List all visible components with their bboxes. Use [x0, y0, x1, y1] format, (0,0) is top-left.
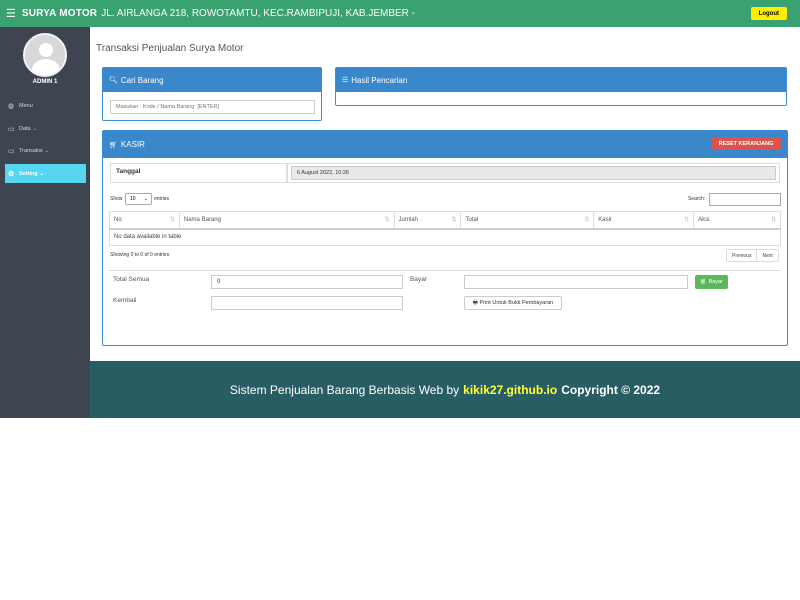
chevron-down-icon: ⌄	[44, 147, 49, 154]
total-label: Total Semua	[113, 276, 150, 283]
avatar	[23, 33, 67, 77]
results-panel-title: Hasil Pencarian	[351, 75, 408, 85]
store-address: JL. AIRLANGA 218, ROWOTAMTU, KEC.RAMBIPU…	[101, 8, 416, 19]
footer-link[interactable]: kikik27.github.io	[463, 383, 557, 397]
sidebar-item-label: Data	[19, 125, 31, 132]
total-field[interactable]: 0	[211, 275, 403, 289]
empty-table-message: No data available in table	[109, 228, 781, 246]
results-panel-header: ☰ Hasil Pencarian	[336, 68, 786, 92]
entries-value: 10	[130, 196, 136, 202]
column-header-jumlah[interactable]: Jumlah ⇅	[393, 211, 462, 230]
user-name: ADMIN 1	[32, 79, 58, 85]
entries-select[interactable]: 10 ⌄	[125, 193, 152, 205]
cart-icon: 🛒︎	[700, 279, 709, 285]
page-title: Transaksi Penjualan Surya Motor	[96, 43, 244, 54]
sidebar-item-data[interactable]: ▭ Data ⌄	[5, 119, 86, 138]
brand-name[interactable]: SURYA MOTOR	[22, 8, 97, 19]
table-search-input[interactable]	[709, 193, 781, 206]
cart-table: No ⇅ Nama Barang ⇅ Jumlah ⇅ Total ⇅ Kasir ⇅ A…	[109, 211, 781, 246]
divider	[109, 270, 781, 271]
sidebar-item-transaksi[interactable]: ▭ Transaksi ⌄	[5, 141, 86, 160]
entries-label: entries	[154, 196, 170, 202]
sort-icon: ⇅	[451, 217, 457, 223]
search-panel-header: 🔍︎ Cari Barang	[103, 68, 321, 92]
change-field[interactable]	[211, 296, 403, 310]
sidebar-item-menu[interactable]: ◍ Menu	[5, 96, 86, 115]
show-label: Show	[110, 196, 123, 202]
cart-icon: 🛒︎	[109, 141, 118, 149]
sidebar-item-label: Menu	[19, 102, 33, 109]
sidebar-item-label: Transaksi	[19, 147, 43, 154]
sort-icon: ⇅	[770, 217, 776, 223]
table-row: No data available in table	[109, 228, 781, 246]
reset-cart-button[interactable]: RESET KERANJANG	[711, 137, 781, 150]
next-button[interactable]: Next	[756, 250, 777, 261]
footer-text: Sistem Penjualan Barang Berbasis Web by	[229, 382, 460, 397]
chevron-down-icon: ⌄	[143, 196, 148, 202]
search-icon: 🔍︎	[109, 77, 118, 84]
list-icon: ☰	[342, 77, 349, 84]
dashboard-icon: ◍	[8, 102, 15, 110]
column-header-aksi[interactable]: Aksi ⇅	[693, 211, 781, 230]
hamburger-menu-icon[interactable]: ☰	[6, 7, 16, 20]
copyright-text: Copyright © 2022	[561, 382, 661, 397]
payment-field[interactable]	[464, 275, 688, 289]
print-icon: 🖶	[472, 299, 480, 306]
sort-icon: ⇅	[584, 217, 590, 223]
desktop-icon: ▭	[8, 125, 15, 133]
table-header-row: No ⇅ Nama Barang ⇅ Jumlah ⇅ Total ⇅ Kasir ⇅ A…	[109, 211, 781, 230]
sort-icon: ⇅	[169, 217, 175, 223]
column-header-nama-barang[interactable]: Nama Barang ⇅	[178, 211, 395, 230]
sort-icon: ⇅	[684, 217, 690, 223]
print-receipt-button[interactable]: 🖶 Print Untuk Bukti Pembayaran	[464, 296, 562, 310]
chevron-down-icon: ⌄	[39, 170, 44, 177]
pagination: Previous Next	[726, 249, 779, 262]
footer: Sistem Penjualan Barang Berbasis Web by …	[90, 361, 800, 418]
previous-button[interactable]: Previous	[727, 250, 756, 261]
print-button-label: Print Untuk Bukti Pembayaran	[479, 300, 554, 306]
date-field	[291, 166, 776, 180]
gear-icon: ⚙	[8, 170, 15, 178]
search-panel-title: Cari Barang	[120, 75, 164, 85]
table-search-label: Search:	[688, 196, 706, 202]
column-header-kasir[interactable]: Kasir ⇅	[593, 211, 695, 230]
pay-button-label: Bayar	[708, 279, 723, 285]
sort-icon: ⇅	[384, 217, 390, 223]
table-info: Showing 0 to 0 of 0 entries	[110, 252, 170, 258]
pay-button[interactable]: 🛒︎ Bayar	[695, 275, 728, 289]
cashier-panel-header: 🛒︎ KASIR	[103, 131, 787, 158]
chevron-down-icon: ⌄	[32, 125, 37, 132]
search-input[interactable]	[110, 100, 315, 114]
date-label: Tanggal	[110, 163, 287, 183]
sidebar-item-setting[interactable]: ⚙ Setting ⌄	[5, 164, 86, 183]
column-header-no[interactable]: No ⇅	[109, 211, 180, 230]
desktop-icon: ▭	[8, 147, 15, 155]
cashier-panel-title: KASIR	[120, 140, 145, 149]
top-navbar: ☰ SURYA MOTOR JL. AIRLANGA 218, ROWOTAMT…	[0, 0, 800, 27]
sidebar: ADMIN 1 ◍ Menu ▭ Data ⌄ ▭ Transaksi ⌄ ⚙ …	[0, 27, 90, 418]
sidebar-item-label: Setting	[19, 170, 38, 177]
column-header-total[interactable]: Total ⇅	[460, 211, 595, 230]
bayar-label: Bayar	[410, 276, 427, 283]
change-label: Kembali	[113, 297, 137, 304]
results-panel: ☰ Hasil Pencarian	[335, 67, 787, 106]
logout-button[interactable]: Logout	[750, 7, 787, 20]
